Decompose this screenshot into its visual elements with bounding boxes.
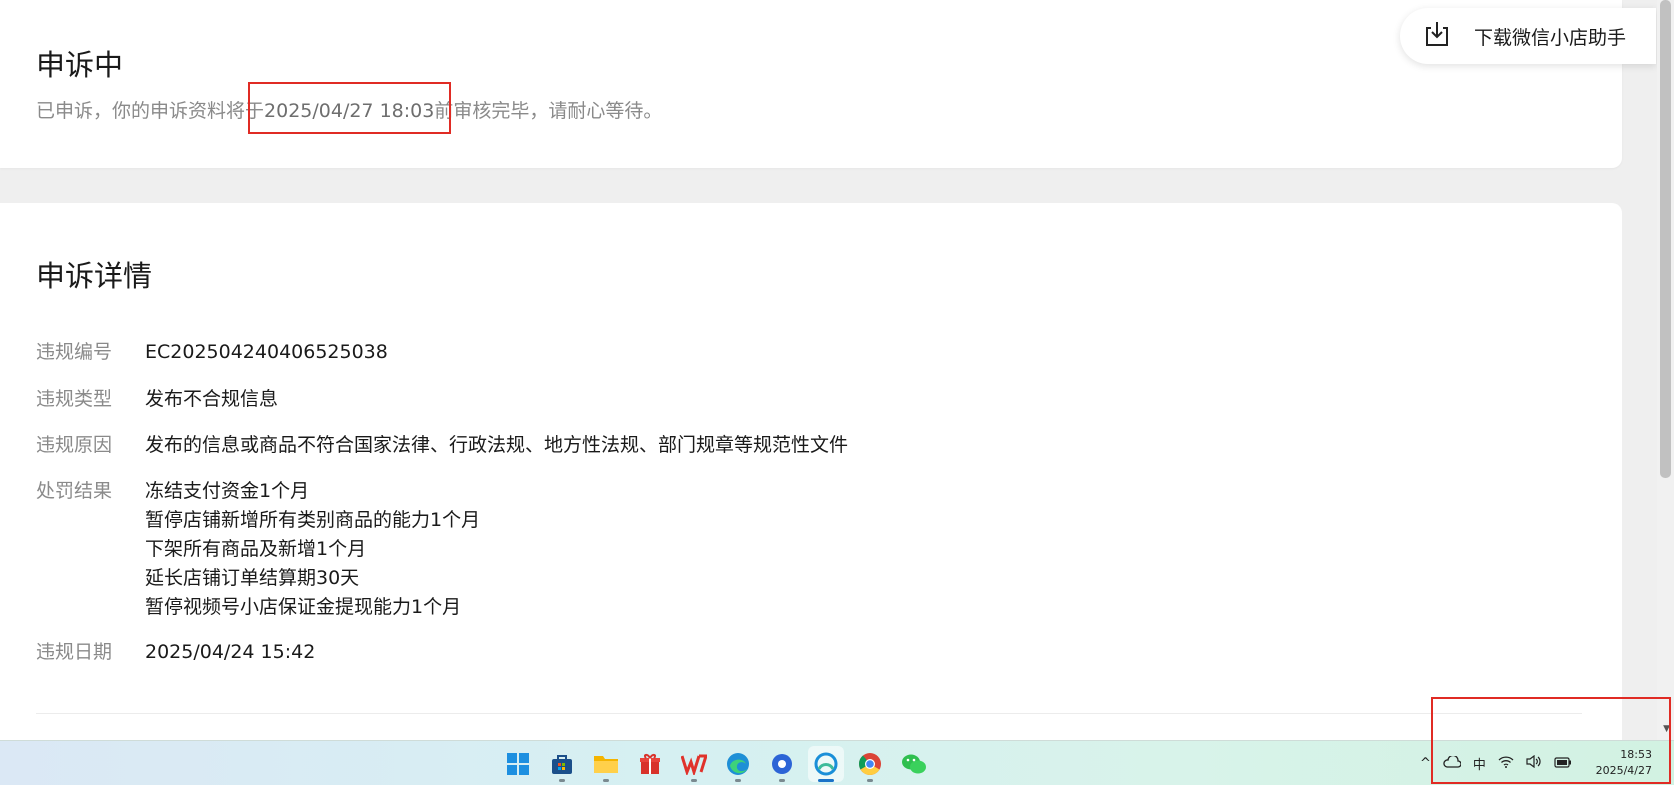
violation-id-row: 违规编号 EC202504240406525038 <box>36 338 388 367</box>
windows-taskbar: ^ 中 18:53 2025/4/27 <box>0 740 1674 785</box>
browser-active-icon[interactable] <box>808 745 844 782</box>
status-desc-prefix: 已申诉，你的申诉资料将于 <box>36 100 265 122</box>
running-indicator <box>691 778 697 782</box>
download-icon <box>1422 19 1452 53</box>
active-indicator <box>818 778 834 782</box>
download-assistant-label: 下载微信小店助手 <box>1474 26 1627 49</box>
status-description: 已申诉，你的申诉资料将于2025/04/27 18:03前审核完毕，请耐心等待。 <box>36 96 662 123</box>
page-scrollbar[interactable]: ▼ <box>1657 0 1674 740</box>
clock-date: 2025/4/27 <box>1595 764 1652 777</box>
taskbar-clock[interactable]: 18:53 2025/4/27 <box>1596 747 1652 779</box>
scroll-down-arrow-icon[interactable]: ▼ <box>1663 724 1670 734</box>
detail-title: 申诉详情 <box>36 259 153 293</box>
taskbar-apps <box>500 741 932 785</box>
running-indicator <box>559 778 565 782</box>
status-desc-suffix: 前审核完毕，请耐心等待。 <box>434 100 663 122</box>
edge-icon[interactable] <box>720 746 756 782</box>
violation-type-value: 发布不合规信息 <box>145 388 279 410</box>
penalty-item: 冻结支付资金1个月 <box>145 480 310 502</box>
divider <box>36 713 1582 714</box>
chrome-icon[interactable] <box>852 746 888 782</box>
running-indicator <box>779 778 785 782</box>
violation-reason-label: 违规原因 <box>36 434 113 456</box>
onedrive-icon[interactable] <box>1443 754 1462 772</box>
tray-overflow-chevron-icon[interactable]: ^ <box>1420 756 1431 771</box>
gift-icon[interactable] <box>632 746 668 782</box>
windows-start-icon[interactable] <box>500 746 536 782</box>
volume-icon[interactable] <box>1526 754 1542 772</box>
running-indicator <box>867 778 873 782</box>
battery-icon[interactable] <box>1554 756 1572 772</box>
wifi-icon[interactable] <box>1498 755 1514 772</box>
app-circle-icon[interactable] <box>764 746 800 782</box>
violation-type-label: 违规类型 <box>36 388 113 410</box>
download-assistant-button[interactable]: 下载微信小店助手 <box>1400 8 1656 64</box>
microsoft-store-icon[interactable] <box>544 746 580 782</box>
scrollbar-thumb[interactable] <box>1660 0 1671 478</box>
review-deadline: 2025/04/27 18:03 <box>264 100 435 122</box>
violation-reason-row: 违规原因 发布的信息或商品不符合国家法律、行政法规、地方性法规、部门规章等规范性… <box>36 431 848 460</box>
status-title: 申诉中 <box>36 48 124 82</box>
appeal-status-card: 申诉中 已申诉，你的申诉资料将于2025/04/27 18:03前审核完毕，请耐… <box>0 0 1622 168</box>
penalty-list: 冻结支付资金1个月 暂停店铺新增所有类别商品的能力1个月 下架所有商品及新增1个… <box>145 477 480 622</box>
penalty-item: 下架所有商品及新增1个月 <box>145 538 367 560</box>
wechat-icon[interactable] <box>896 746 932 782</box>
violation-reason-value: 发布的信息或商品不符合国家法律、行政法规、地方性法规、部门规章等规范性文件 <box>145 434 849 456</box>
system-tray: ^ 中 <box>1420 741 1572 785</box>
wps-icon[interactable] <box>676 746 712 782</box>
file-explorer-icon[interactable] <box>588 746 624 782</box>
penalty-item: 延长店铺订单结算期30天 <box>145 567 360 589</box>
violation-date-label: 违规日期 <box>36 641 113 663</box>
violation-date-value: 2025/04/24 15:42 <box>145 641 316 663</box>
penalty-label: 处罚结果 <box>36 480 113 502</box>
ime-indicator[interactable]: 中 <box>1473 754 1486 773</box>
violation-id-label: 违规编号 <box>36 341 113 363</box>
penalty-item: 暂停视频号小店保证金提现能力1个月 <box>145 596 462 618</box>
appeal-detail-card: 申诉详情 违规编号 EC202504240406525038 违规类型 发布不合… <box>0 203 1622 743</box>
violation-id-value: EC202504240406525038 <box>145 341 388 363</box>
clock-time: 18:53 <box>1620 748 1652 761</box>
penalty-row: 处罚结果 冻结支付资金1个月 暂停店铺新增所有类别商品的能力1个月 下架所有商品… <box>36 477 480 622</box>
violation-type-row: 违规类型 发布不合规信息 <box>36 385 278 414</box>
penalty-item: 暂停店铺新增所有类别商品的能力1个月 <box>145 509 481 531</box>
running-indicator <box>603 778 609 782</box>
running-indicator <box>735 778 741 782</box>
violation-date-row: 违规日期 2025/04/24 15:42 <box>36 638 315 667</box>
